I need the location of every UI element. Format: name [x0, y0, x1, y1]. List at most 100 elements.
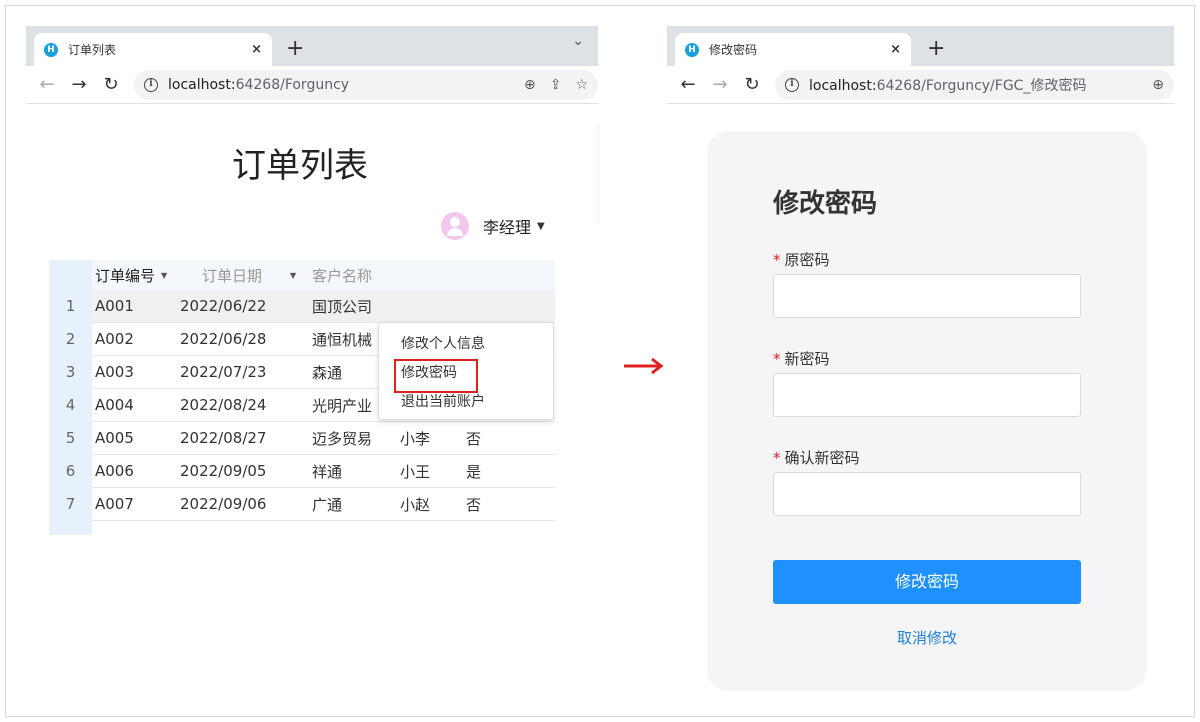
table-row[interactable]: 7 A007 2022/09/06 广通 小赵 否 [49, 487, 555, 521]
cell-order-id: A007 [95, 495, 134, 513]
cell-order-id: A006 [95, 462, 134, 480]
site-info-icon[interactable]: i [785, 78, 799, 92]
cell-flag: 是 [466, 462, 482, 481]
cell-order-date: 2022/06/28 [180, 330, 267, 348]
cell-flag: 否 [466, 495, 482, 514]
cell-order-date: 2022/08/24 [180, 396, 267, 414]
column-header-date[interactable]: 订单日期 ▼ [180, 265, 312, 286]
cell-order-date: 2022/09/06 [180, 495, 267, 513]
row-number: 2 [49, 322, 92, 356]
new-tab-button[interactable]: + [927, 36, 945, 62]
tab-title: 订单列表 [68, 43, 117, 57]
table-row[interactable]: 6 A006 2022/09/05 祥通 小王 是 [49, 454, 555, 488]
table-corner [49, 521, 92, 535]
reload-icon[interactable]: ↻ [98, 74, 124, 95]
cell-customer: 国顶公司 [312, 297, 373, 316]
tab-search-chevron-icon[interactable]: ⌄ [572, 33, 584, 49]
required-mark: * [773, 350, 781, 368]
cell-customer: 祥通 [312, 462, 343, 481]
tab-strip: H 订单列表 × + ⌄ [26, 26, 598, 66]
cell-order-date: 2022/07/23 [180, 363, 267, 381]
new-password-field[interactable] [773, 373, 1081, 417]
reload-icon[interactable]: ↻ [739, 74, 765, 95]
password-form-card: 修改密码 * 原密码 * 新密码 * 确认新密码 修改密码 取消修改 [707, 131, 1147, 691]
right-arrow-icon [624, 357, 664, 375]
menu-item-logout[interactable]: 退出当前账户 [379, 388, 553, 417]
cell-salesperson: 小李 [400, 429, 431, 448]
cell-order-date: 2022/08/27 [180, 429, 267, 447]
table-corner [49, 260, 92, 290]
required-mark: * [773, 449, 781, 467]
cell-salesperson: 小赵 [400, 495, 431, 514]
user-dropdown-menu: 修改个人信息 修改密码 退出当前账户 [378, 322, 554, 420]
old-password-field[interactable] [773, 274, 1081, 318]
required-mark: * [773, 251, 781, 269]
row-number: 6 [49, 454, 92, 488]
zoom-icon[interactable]: ⊕ [1152, 77, 1164, 93]
cell-order-id: A002 [95, 330, 134, 348]
sort-icon[interactable]: ▼ [290, 271, 296, 280]
new-tab-button[interactable]: + [286, 36, 304, 62]
row-number: 5 [49, 421, 92, 455]
zoom-icon[interactable]: ⊕ [524, 77, 536, 93]
forguncy-favicon-icon: H [685, 42, 699, 57]
address-bar[interactable]: i localhost:64268/Forguncy/FGC_修改密码 ⊕ [775, 70, 1174, 100]
avatar [441, 212, 469, 240]
browser-toolbar: ← → ↻ i localhost:64268/Forguncy ⊕ ⇪ ☆ [26, 66, 598, 104]
cancel-change-link[interactable]: 取消修改 [773, 627, 1081, 648]
column-header-order-id[interactable]: 订单编号 ▼ [92, 265, 180, 286]
row-number: 3 [49, 355, 92, 389]
order-list-page: 订单列表 李经理 ▼ 订单编号 ▼ 订单日期 ▼ 客户名称 1 A001 2022/06… [26, 104, 599, 546]
back-arrow-icon[interactable]: ← [34, 74, 60, 95]
row-number: 7 [49, 487, 92, 521]
table-row[interactable]: 1 A001 2022/06/22 国顶公司 [49, 289, 555, 323]
browser-toolbar: ← → ↻ i localhost:64268/Forguncy/FGC_修改密… [667, 66, 1174, 104]
url-text: localhost:64268/Forguncy/FGC_修改密码 [809, 78, 1087, 94]
cell-order-date: 2022/06/22 [180, 297, 267, 315]
confirm-password-label: * 确认新密码 [773, 449, 860, 467]
forward-arrow-icon[interactable]: → [66, 74, 92, 95]
back-arrow-icon[interactable]: ← [675, 74, 701, 95]
site-info-icon[interactable]: i [144, 78, 158, 92]
row-number: 1 [49, 289, 92, 323]
change-password-button[interactable]: 修改密码 [773, 560, 1081, 604]
row-number: 4 [49, 388, 92, 422]
cell-order-id: A004 [95, 396, 134, 414]
form-title: 修改密码 [773, 189, 878, 219]
user-name: 李经理 [483, 218, 532, 237]
url-text: localhost:64268/Forguncy [168, 77, 350, 93]
left-browser-window: H 订单列表 × + ⌄ ← → ↻ i localhost:64268/For… [26, 26, 599, 546]
tab-title: 修改密码 [709, 43, 758, 57]
share-icon[interactable]: ⇪ [550, 77, 562, 93]
tab-strip: H 修改密码 × + [667, 26, 1174, 66]
cell-order-id: A005 [95, 429, 134, 447]
sort-icon[interactable]: ▼ [161, 271, 167, 280]
cell-salesperson: 小王 [400, 462, 431, 481]
tab-close-icon[interactable]: × [890, 42, 901, 57]
cell-flag: 否 [466, 429, 482, 448]
confirm-password-field[interactable] [773, 472, 1081, 516]
caret-down-icon: ▼ [537, 220, 545, 232]
address-bar[interactable]: i localhost:64268/Forguncy ⊕ ⇪ ☆ [134, 70, 598, 100]
tab-close-icon[interactable]: × [251, 42, 262, 57]
change-password-page: 修改密码 * 原密码 * 新密码 * 确认新密码 修改密码 取消修改 [667, 104, 1174, 706]
cell-order-date: 2022/09/05 [180, 462, 267, 480]
divider [598, 124, 599, 224]
table-header: 订单编号 ▼ 订单日期 ▼ 客户名称 [49, 260, 555, 290]
table-row[interactable]: 5 A005 2022/08/27 迈多贸易 小李 否 [49, 421, 555, 455]
bookmark-star-icon[interactable]: ☆ [575, 77, 588, 93]
user-menu-trigger[interactable]: 李经理 ▼ [441, 212, 545, 240]
tab-change-password[interactable]: H 修改密码 × [675, 33, 911, 66]
forward-arrow-icon[interactable]: → [707, 74, 733, 95]
cell-order-id: A003 [95, 363, 134, 381]
right-browser-window: H 修改密码 × + ← → ↻ i localhost:64268/Forgu… [667, 26, 1174, 706]
column-header-customer[interactable]: 客户名称 [312, 265, 400, 286]
menu-item-change-password[interactable]: 修改密码 [379, 359, 553, 393]
cell-customer: 迈多贸易 [312, 429, 373, 448]
page-title: 订单列表 [232, 146, 368, 186]
new-password-label: * 新密码 [773, 350, 830, 368]
forguncy-favicon-icon: H [44, 42, 58, 57]
cell-order-id: A001 [95, 297, 134, 315]
tab-order-list[interactable]: H 订单列表 × [34, 33, 272, 66]
menu-item-edit-profile[interactable]: 修改个人信息 [379, 330, 553, 359]
